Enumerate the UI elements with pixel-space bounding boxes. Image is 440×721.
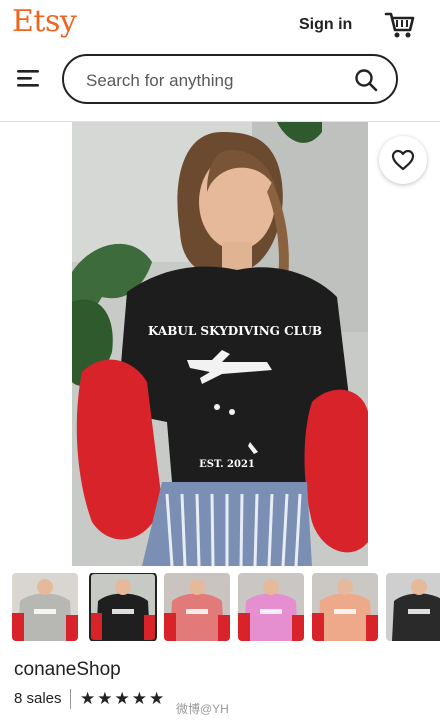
divider	[70, 689, 71, 709]
thumbnail-6[interactable]	[386, 573, 440, 641]
menu-icon[interactable]	[17, 69, 39, 87]
etsy-logo[interactable]: Etsy	[12, 4, 77, 39]
thumbnail-strip[interactable]	[12, 573, 440, 641]
thumbnail-5[interactable]	[312, 573, 378, 641]
star-rating: ★★★★★	[80, 689, 167, 708]
sign-in-link[interactable]: Sign in	[299, 16, 352, 34]
shirt-print-est: EST. 2021	[199, 459, 255, 470]
watermark: 微博@YH	[176, 702, 229, 716]
favorite-button[interactable]	[379, 136, 427, 184]
heart-icon	[391, 149, 415, 171]
thumbnail-2-selected[interactable]	[89, 573, 157, 641]
thumbnail-3[interactable]	[164, 573, 230, 641]
thumbnail-1[interactable]	[12, 573, 78, 641]
search-input[interactable]	[84, 69, 358, 93]
search-icon[interactable]	[354, 68, 378, 92]
shop-name[interactable]: conaneShop	[14, 659, 121, 681]
shopping-cart-icon[interactable]	[384, 10, 416, 40]
product-photo-illustration: KABUL SKYDIVING CLUB EST. 2021	[72, 122, 368, 566]
thumbnail-4[interactable]	[238, 573, 304, 641]
header: Etsy Sign in	[0, 0, 440, 120]
product-image[interactable]: KABUL SKYDIVING CLUB EST. 2021	[72, 122, 368, 566]
sales-count: 8 sales	[14, 690, 62, 707]
shirt-print-title: KABUL SKYDIVING CLUB	[148, 324, 322, 338]
search-bar[interactable]	[62, 54, 398, 104]
